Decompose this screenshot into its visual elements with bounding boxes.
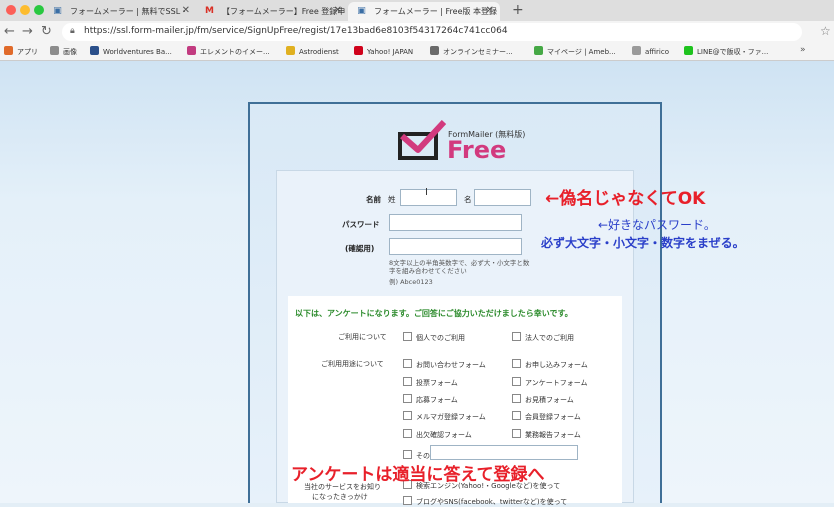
purpose-option[interactable]: お申し込みフォーム — [512, 359, 588, 370]
purpose-option[interactable]: お問い合わせフォーム — [403, 359, 486, 370]
bookmark-images[interactable]: 画像 — [50, 46, 84, 57]
purpose-option[interactable]: お見積フォーム — [512, 394, 574, 405]
element-icon — [187, 46, 196, 55]
url-text: https://ssl.form-mailer.jp/fm/service/Si… — [84, 26, 508, 36]
yahoo-icon — [354, 46, 363, 55]
mei-label: 名 — [464, 195, 472, 204]
tab-label: フォームメーラー | 無料でSSL・ — [70, 7, 189, 16]
password-note: 8文字以上の半角英数字で、必ず大・小文字と数字を組み合わせてください — [389, 259, 530, 275]
form-icon: ▣ — [357, 6, 366, 16]
checkbox[interactable] — [403, 377, 412, 386]
more-bookmarks-icon[interactable]: » — [800, 45, 806, 55]
source-option[interactable]: ブログやSNS(facebook、twitterなど)を使って — [403, 496, 567, 507]
checkbox[interactable] — [512, 359, 521, 368]
ameba-icon — [534, 46, 543, 55]
tab-label: フォームメーラー | Free版 本登録 — [374, 7, 498, 16]
purpose-option[interactable]: 出欠確認フォーム — [403, 429, 472, 440]
password-example: 例) Abce0123 — [389, 278, 433, 286]
purpose-option[interactable]: 会員登録フォーム — [512, 411, 581, 422]
form-icon: ▣ — [53, 6, 62, 16]
password-input[interactable] — [389, 214, 522, 231]
tab-gmail[interactable]: M 【フォームメーラー】Free 登録申 ✕ — [196, 2, 348, 21]
seminar-icon — [430, 46, 439, 55]
text-cursor-icon: I — [425, 187, 428, 198]
bookmark-worldventures[interactable]: Worldventures Ba... — [90, 46, 182, 56]
password-confirm-input[interactable] — [389, 238, 522, 255]
close-window-button[interactable] — [6, 5, 16, 15]
checkbox[interactable] — [512, 411, 521, 420]
password-label: パスワード — [342, 220, 380, 229]
folder-icon — [50, 46, 59, 55]
survey-heading: 以下は、アンケートになります。ご回答にご協力いただけましたら幸いです。 — [295, 309, 573, 318]
line-icon — [684, 46, 693, 55]
checkbox[interactable] — [403, 394, 412, 403]
purpose-option[interactable]: 業務報告フォーム — [512, 429, 581, 440]
close-icon[interactable]: ✕ — [182, 5, 190, 16]
bookmark-apps[interactable]: アプリ — [4, 46, 44, 57]
bookmark-affirico[interactable]: affirico — [632, 46, 676, 56]
minimize-window-button[interactable] — [20, 5, 30, 15]
name-label: 名前 — [366, 195, 381, 204]
bookmark-online-seminar[interactable]: オンラインセミナー... — [430, 46, 522, 57]
annotation-name: ←偽名じゃなくてOK — [545, 189, 706, 209]
page-icon — [632, 46, 641, 55]
usage-option[interactable]: 法人でのご利用 — [512, 332, 574, 343]
back-button[interactable]: ← — [4, 24, 15, 39]
envelope-check-icon — [398, 120, 446, 160]
bookmark-element[interactable]: エレメントのイメー... — [187, 46, 279, 57]
usage-question: ご利用について — [338, 333, 387, 341]
checkbox[interactable] — [403, 332, 412, 341]
browser-toolbar: ← → ↻ 🔒︎ https://ssl.form-mailer.jp/fm/s… — [0, 21, 834, 43]
annotation-password-1: ←好きなパスワード。 — [598, 218, 716, 232]
purpose-option[interactable]: メルマガ登録フォーム — [403, 411, 486, 422]
bookmark-line[interactable]: LINE@で飯収・ファ... — [684, 46, 778, 57]
annotation-survey: アンケートは適当に答えて登録へ — [291, 465, 545, 485]
tab-label: 【フォームメーラー】Free 登録申 — [222, 7, 346, 16]
purpose-option[interactable]: 投票フォーム — [403, 377, 458, 388]
annotation-password-2: 必ず大文字・小文字・数字をまぜる。 — [541, 236, 745, 250]
other-purpose-input[interactable] — [430, 445, 578, 460]
checkbox[interactable] — [512, 377, 521, 386]
tab-formmailer-active[interactable]: ▣ フォームメーラー | Free版 本登録 ✕ — [348, 2, 500, 21]
close-icon[interactable]: ✕ — [486, 5, 494, 16]
checkbox[interactable] — [403, 429, 412, 438]
astrodienst-icon — [286, 46, 295, 55]
sei-label: 姓 — [388, 195, 396, 204]
bookmark-astrodienst[interactable]: Astrodienst — [286, 46, 348, 56]
gmail-icon: M — [205, 6, 214, 16]
password-confirm-label: (確認用) — [345, 244, 375, 253]
forward-button[interactable]: → — [22, 24, 33, 39]
last-name-input[interactable] — [400, 189, 457, 206]
address-bar[interactable]: 🔒︎ https://ssl.form-mailer.jp/fm/service… — [62, 23, 802, 41]
reload-button[interactable]: ↻ — [41, 24, 52, 39]
apps-grid-icon — [4, 46, 13, 55]
source-question: になったきっかけ — [312, 493, 368, 501]
usage-option[interactable]: 個人でのご利用 — [403, 332, 465, 343]
new-tab-button[interactable]: + — [512, 2, 524, 18]
first-name-input[interactable] — [474, 189, 531, 206]
lock-icon: 🔒︎ — [70, 26, 75, 36]
formmailer-logo: FormMailer (無料版) Free — [398, 120, 525, 164]
maximize-window-button[interactable] — [34, 5, 44, 15]
checkbox[interactable] — [403, 496, 412, 505]
bookmark-yahoo[interactable]: Yahoo! JAPAN — [354, 46, 424, 56]
close-icon[interactable]: ✕ — [334, 5, 342, 16]
checkbox[interactable] — [512, 332, 521, 341]
bookmark-star-icon[interactable]: ☆ — [820, 24, 831, 38]
tab-bar: ▣ フォームメーラー | 無料でSSL・ ✕ M 【フォームメーラー】Free … — [0, 0, 834, 21]
checkbox[interactable] — [512, 394, 521, 403]
checkbox[interactable] — [403, 450, 412, 459]
logo-free-text: Free — [447, 136, 507, 164]
bookmark-ameba[interactable]: マイページ | Ameb... — [534, 46, 622, 57]
checkbox[interactable] — [403, 411, 412, 420]
purpose-option[interactable]: 応募フォーム — [403, 394, 458, 405]
purpose-option[interactable]: アンケートフォーム — [512, 377, 588, 388]
checkbox[interactable] — [403, 359, 412, 368]
bookmarks-bar: アプリ 画像 Worldventures Ba... エレメントのイメー... … — [0, 43, 834, 61]
worldventures-icon — [90, 46, 99, 55]
purpose-question: ご利用用途について — [321, 360, 384, 368]
checkbox[interactable] — [512, 429, 521, 438]
tab-formmailer-1[interactable]: ▣ フォームメーラー | 無料でSSL・ ✕ — [44, 2, 196, 21]
